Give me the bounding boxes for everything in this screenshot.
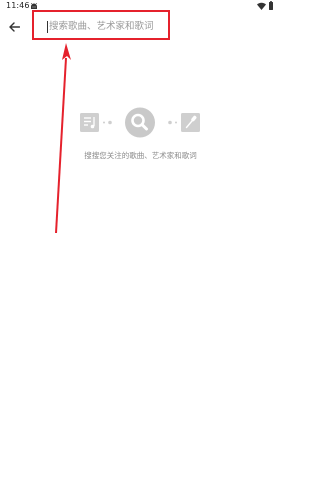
dot (175, 121, 177, 124)
annotation-arrow (55, 43, 71, 234)
empty-state-hint: 搜搜您关注的歌曲、艺术家和歌词 (84, 151, 197, 160)
dot (108, 120, 112, 125)
back-button[interactable] (6, 19, 22, 35)
search-screen: 11:46 搜索歌曲、艺术家和歌词 搜搜您关注的歌曲、艺术家和歌词 (0, 0, 281, 498)
empty-state-illustration (80, 107, 200, 138)
search-icon (125, 107, 155, 138)
search-input[interactable] (46, 18, 171, 34)
wifi-icon (257, 2, 266, 10)
battery-icon (269, 1, 273, 10)
microphone-icon (181, 113, 200, 132)
search-highlight-frame (32, 10, 171, 40)
dot (168, 120, 172, 125)
dot (103, 121, 105, 124)
arrow-left-icon (8, 22, 20, 32)
robot-icon (30, 3, 38, 9)
music-note-icon (80, 113, 99, 132)
status-time: 11:46 (6, 1, 30, 10)
